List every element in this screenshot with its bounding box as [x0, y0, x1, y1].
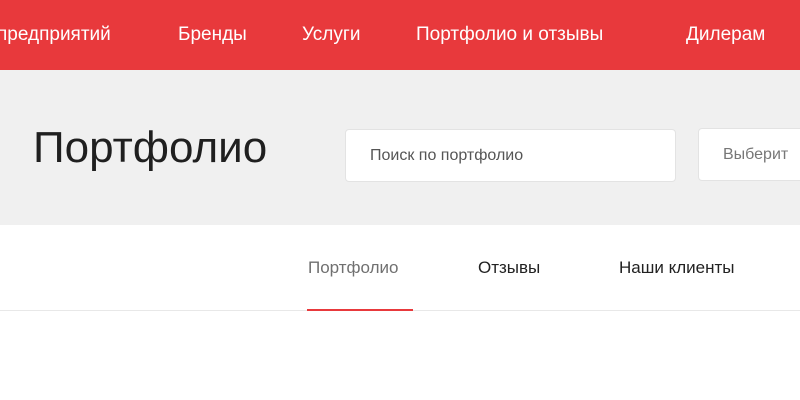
tab-reviews[interactable]: Отзывы: [478, 225, 540, 311]
page-header: Портфолио Выберит: [0, 70, 800, 225]
nav-item-portfolio-and-reviews[interactable]: Портфолио и отзывы: [416, 0, 603, 70]
tab-portfolio[interactable]: Портфолио: [308, 225, 398, 311]
nav-item-services[interactable]: Услуги: [302, 0, 360, 70]
active-tab-indicator: [307, 309, 413, 311]
page-title: Портфолио: [33, 123, 268, 172]
nav-item-enterprises[interactable]: предприятий: [0, 0, 111, 70]
search-field[interactable]: [345, 129, 676, 182]
nav-item-dealers[interactable]: Дилерам: [686, 0, 765, 70]
nav-item-brands[interactable]: Бренды: [178, 0, 247, 70]
search-input[interactable]: [346, 130, 675, 181]
filter-select-placeholder: Выберит: [723, 146, 789, 163]
filter-select[interactable]: Выберит: [698, 128, 800, 181]
section-tabs: Портфолио Отзывы Наши клиенты: [0, 225, 800, 311]
tab-our-clients[interactable]: Наши клиенты: [619, 225, 734, 311]
top-navigation-bar: предприятий Бренды Услуги Портфолио и от…: [0, 0, 800, 70]
